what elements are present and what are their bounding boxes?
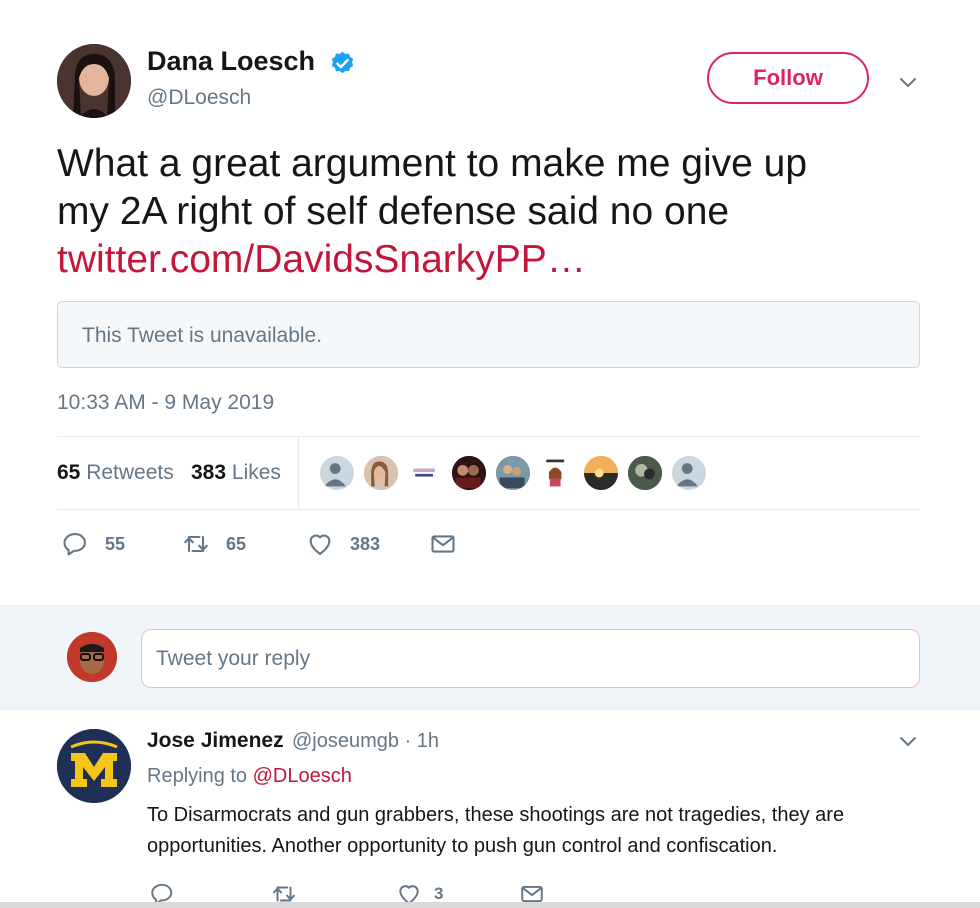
- window-bottom-edge: [0, 902, 980, 908]
- likes-count: 383: [191, 461, 227, 484]
- heart-icon: [309, 534, 331, 555]
- tweet-timestamp[interactable]: 10:33 AM - 9 May 2019: [57, 391, 274, 415]
- liker-avatar[interactable]: [450, 454, 488, 492]
- quoted-tweet-unavailable: This Tweet is unavailable.: [57, 301, 920, 368]
- liker-avatar[interactable]: [582, 454, 620, 492]
- tweet-text: What a great argument to make me give up…: [57, 140, 917, 284]
- reply-author-avatar[interactable]: [57, 729, 131, 803]
- chevron-down-icon[interactable]: [896, 70, 920, 94]
- retweets-stat[interactable]: 65 Retweets: [57, 461, 174, 485]
- liker-avatar[interactable]: [494, 454, 532, 492]
- reply-input[interactable]: [141, 629, 920, 688]
- stats-separator: [298, 437, 299, 509]
- reply-author-handle-time[interactable]: @joseumgb · 1h: [292, 730, 439, 753]
- verified-badge-icon: [331, 51, 354, 74]
- follow-button[interactable]: Follow: [707, 52, 869, 104]
- like-count: 3: [434, 884, 444, 903]
- replying-to: Replying to @DLoesch: [147, 765, 352, 788]
- liker-avatar[interactable]: [670, 454, 708, 492]
- reply-icon: [63, 533, 86, 556]
- retweet-icon: [184, 535, 208, 553]
- author-avatar[interactable]: [57, 44, 131, 118]
- tweet-stats: 65 Retweets 383 Likes: [57, 437, 920, 509]
- chevron-down-icon[interactable]: [896, 729, 920, 753]
- like-action[interactable]: 383: [306, 527, 380, 561]
- replying-to-mention[interactable]: @DLoesch: [253, 765, 352, 787]
- envelope-icon: [431, 535, 455, 553]
- retweets-count: 65: [57, 461, 81, 484]
- liker-avatar[interactable]: [538, 454, 576, 492]
- tweet-text-line: my 2A right of self defense said no one: [57, 190, 730, 233]
- likes-stat[interactable]: 383 Likes: [191, 461, 281, 485]
- tweet-card: Dana Loesch @DLoesch Follow What a great…: [0, 0, 980, 605]
- reply-text: To Disarmocrats and gun grabbers, these …: [147, 804, 845, 857]
- replying-to-label: Replying to: [147, 765, 248, 787]
- liker-avatar[interactable]: [406, 454, 444, 492]
- retweets-label: Retweets: [86, 461, 174, 484]
- liker-avatar[interactable]: [318, 454, 356, 492]
- direct-message-action[interactable]: [429, 527, 457, 561]
- retweet-count: 65: [226, 533, 247, 554]
- reply-composer: [0, 605, 980, 710]
- retweet-action[interactable]: 65: [182, 527, 246, 561]
- tweet-link[interactable]: twitter.com/DavidsSnarkyPP…: [57, 236, 917, 284]
- liker-avatar[interactable]: [626, 454, 664, 492]
- quote-unavailable-text: This Tweet is unavailable.: [82, 324, 323, 347]
- reply-tweet: Jose Jimenez @joseumgb · 1h Replying to …: [0, 711, 980, 908]
- divider: [57, 509, 920, 510]
- author-handle[interactable]: @DLoesch: [147, 86, 251, 110]
- reply-author-name[interactable]: Jose Jimenez: [147, 729, 284, 753]
- reply-count: 55: [105, 533, 126, 554]
- likes-label: Likes: [231, 461, 281, 484]
- like-count: 383: [350, 533, 381, 554]
- liker-avatar[interactable]: [362, 454, 400, 492]
- author-name[interactable]: Dana Loesch: [147, 46, 315, 77]
- tweet-text-line: What a great argument to make me give up: [57, 142, 808, 185]
- current-user-avatar[interactable]: [67, 632, 117, 682]
- reply-action[interactable]: 55: [61, 527, 125, 561]
